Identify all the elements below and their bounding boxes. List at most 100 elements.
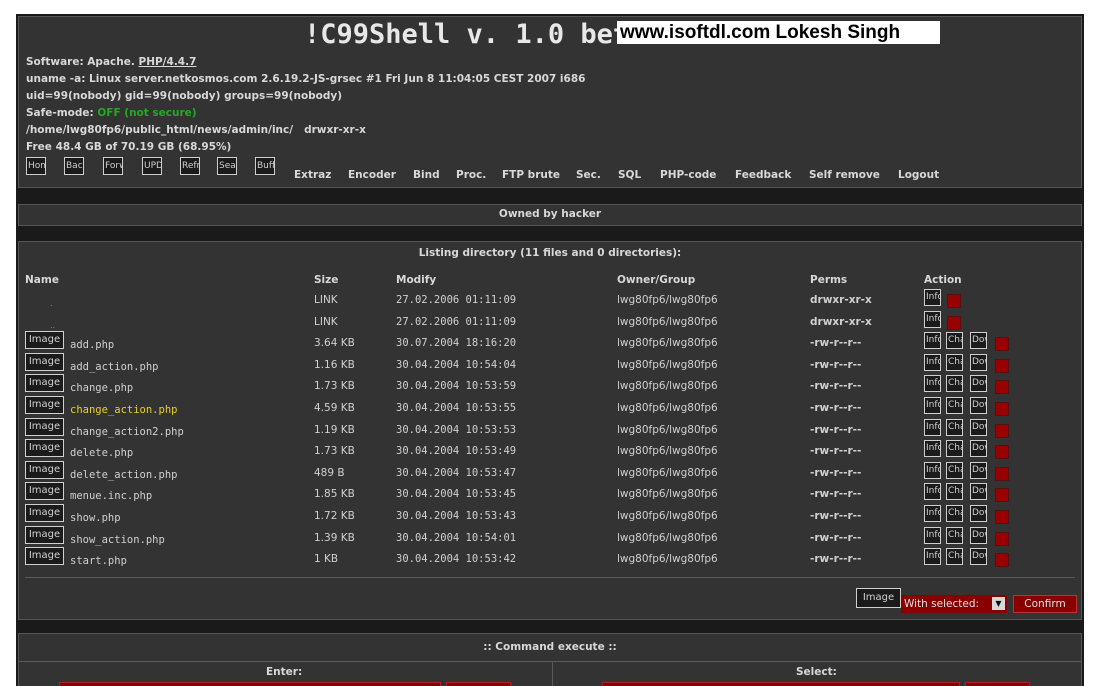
file-image-button[interactable]: Image: [25, 374, 64, 392]
info-button[interactable]: Info: [924, 289, 941, 306]
download-button[interactable]: Download: [970, 375, 987, 392]
file-name[interactable]: start.php: [70, 555, 127, 567]
buffer-button[interactable]: Buffer: [255, 157, 275, 175]
info-button[interactable]: Info: [924, 483, 941, 500]
search-button[interactable]: Search: [217, 157, 237, 175]
owner-cell[interactable]: lwg80fp6/lwg80fp6: [617, 337, 718, 349]
perms-cell[interactable]: -rw-r--r--: [810, 532, 861, 544]
nav-sec[interactable]: Sec.: [576, 169, 601, 181]
select-checkbox[interactable]: [995, 467, 1009, 481]
owner-cell[interactable]: lwg80fp6/lwg80fp6: [617, 532, 718, 544]
download-button[interactable]: Download: [970, 397, 987, 414]
nav-logout[interactable]: Logout: [898, 169, 939, 181]
php-version-link[interactable]: PHP/4.4.7: [139, 56, 197, 68]
info-button[interactable]: Info: [924, 440, 941, 457]
info-button[interactable]: Info: [924, 375, 941, 392]
perms-cell[interactable]: -rw-r--r--: [810, 424, 861, 436]
change-button[interactable]: Change: [946, 419, 963, 436]
info-button[interactable]: Info: [924, 505, 941, 522]
change-button[interactable]: Change: [946, 397, 963, 414]
change-button[interactable]: Change: [946, 440, 963, 457]
file-name[interactable]: menue.inc.php: [70, 490, 152, 502]
change-button[interactable]: Change: [946, 505, 963, 522]
nav-self-remove[interactable]: Self remove: [809, 169, 880, 181]
file-name[interactable]: change_action.php: [70, 404, 177, 416]
nav-sql[interactable]: SQL: [618, 169, 641, 181]
change-button[interactable]: Change: [946, 483, 963, 500]
command-select[interactable]: [602, 682, 960, 686]
download-button[interactable]: Download: [970, 527, 987, 544]
change-button[interactable]: Change: [946, 354, 963, 371]
nav-feedback[interactable]: Feedback: [735, 169, 791, 181]
download-button[interactable]: Download: [970, 548, 987, 565]
file-image-button[interactable]: Image: [25, 331, 64, 349]
updir-button[interactable]: UPDIR: [142, 157, 162, 175]
file-name[interactable]: show.php: [70, 512, 121, 524]
file-image-button[interactable]: Image: [25, 526, 64, 544]
info-button[interactable]: Info: [924, 332, 941, 349]
perms-cell[interactable]: drwxr-xr-x: [810, 316, 872, 328]
perms-cell[interactable]: -rw-r--r--: [810, 467, 861, 479]
select-checkbox[interactable]: [995, 532, 1009, 546]
info-button[interactable]: Info: [924, 311, 941, 328]
download-button[interactable]: Download: [970, 332, 987, 349]
perms-cell[interactable]: drwxr-xr-x: [810, 294, 872, 306]
col-perms[interactable]: Perms: [810, 274, 847, 286]
file-name[interactable]: delete_action.php: [70, 469, 177, 481]
owner-cell[interactable]: lwg80fp6/lwg80fp6: [617, 402, 718, 414]
col-owner-group[interactable]: Owner/Group: [617, 274, 695, 286]
download-button[interactable]: Download: [970, 354, 987, 371]
select-checkbox[interactable]: [995, 424, 1009, 438]
download-button[interactable]: Download: [970, 419, 987, 436]
perms-cell[interactable]: -rw-r--r--: [810, 553, 861, 565]
refresh-button[interactable]: Refresh: [180, 157, 200, 175]
owner-cell[interactable]: lwg80fp6/lwg80fp6: [617, 380, 718, 392]
download-button[interactable]: Download: [970, 440, 987, 457]
download-button[interactable]: Download: [970, 505, 987, 522]
nav-proc[interactable]: Proc.: [456, 169, 486, 181]
owner-cell[interactable]: lwg80fp6/lwg80fp6: [617, 424, 718, 436]
file-image-button[interactable]: Image: [25, 418, 64, 436]
select-checkbox[interactable]: [995, 510, 1009, 524]
file-name[interactable]: change.php: [70, 382, 133, 394]
select-checkbox[interactable]: [947, 316, 961, 330]
info-button[interactable]: Info: [924, 462, 941, 479]
change-button[interactable]: Change: [946, 375, 963, 392]
current-path[interactable]: /home/lwg80fp6/public_html/news/admin/in…: [26, 124, 293, 136]
perms-cell[interactable]: -rw-r--r--: [810, 488, 861, 500]
perms-cell[interactable]: -rw-r--r--: [810, 359, 861, 371]
perms-cell[interactable]: -rw-r--r--: [810, 445, 861, 457]
nav-ftp-brute[interactable]: FTP brute: [502, 169, 560, 181]
select-all-image-button[interactable]: Image: [856, 588, 901, 608]
select-checkbox[interactable]: [995, 380, 1009, 394]
dir-name[interactable]: .: [50, 299, 53, 308]
info-button[interactable]: Info: [924, 527, 941, 544]
with-selected-dropdown[interactable]: With selected: ▼: [901, 595, 1007, 613]
file-image-button[interactable]: Image: [25, 547, 64, 565]
file-image-button[interactable]: Image: [25, 439, 64, 457]
owner-cell[interactable]: lwg80fp6/lwg80fp6: [617, 359, 718, 371]
info-button[interactable]: Info: [924, 354, 941, 371]
file-image-button[interactable]: Image: [25, 482, 64, 500]
info-button[interactable]: Info: [924, 548, 941, 565]
file-name[interactable]: add.php: [70, 339, 114, 351]
execute-select-button[interactable]: [965, 682, 1030, 686]
col-name[interactable]: Name: [25, 274, 59, 286]
change-button[interactable]: Change: [946, 548, 963, 565]
download-button[interactable]: Download: [970, 462, 987, 479]
owner-cell[interactable]: lwg80fp6/lwg80fp6: [617, 488, 718, 500]
file-name[interactable]: add_action.php: [70, 361, 159, 373]
owner-cell[interactable]: lwg80fp6/lwg80fp6: [617, 510, 718, 522]
dir-name[interactable]: ..: [50, 321, 55, 330]
select-checkbox[interactable]: [995, 337, 1009, 351]
owner-cell[interactable]: lwg80fp6/lwg80fp6: [617, 316, 718, 328]
nav-encoder[interactable]: Encoder: [348, 169, 396, 181]
perms-cell[interactable]: -rw-r--r--: [810, 337, 861, 349]
select-checkbox[interactable]: [995, 402, 1009, 416]
change-button[interactable]: Change: [946, 332, 963, 349]
owner-cell[interactable]: lwg80fp6/lwg80fp6: [617, 553, 718, 565]
file-image-button[interactable]: Image: [25, 504, 64, 522]
nav-bind[interactable]: Bind: [413, 169, 440, 181]
file-image-button[interactable]: Image: [25, 461, 64, 479]
col-size[interactable]: Size: [314, 274, 338, 286]
